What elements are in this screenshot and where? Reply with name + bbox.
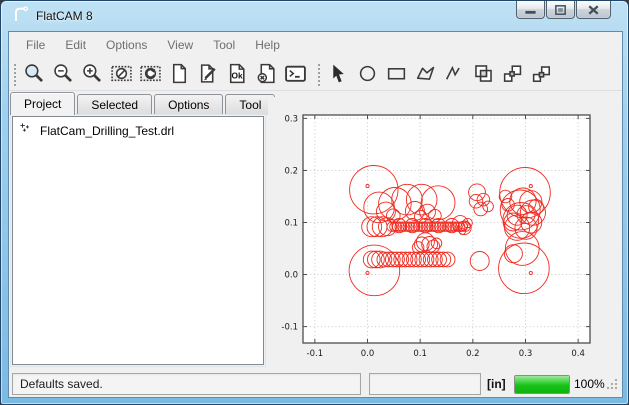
- new-project-icon: [168, 62, 191, 85]
- progress-fill: [515, 376, 569, 393]
- editor-ok-button[interactable]: Ok: [223, 60, 252, 88]
- edit-object-icon: [197, 62, 220, 85]
- y-tick-label: 0.0: [284, 271, 298, 281]
- y-tick-label: 0.2: [284, 166, 298, 176]
- app-content: FileEditOptionsViewToolHelp Ok ProjectSe…: [8, 31, 623, 398]
- zoom-out-icon: [52, 62, 75, 85]
- zoom-out-button[interactable]: [49, 60, 78, 88]
- statusbar: Defaults saved. [in] 100%: [9, 370, 622, 398]
- plot-canvas[interactable]: -0.1 0.0 0.1 0.2 0.3 0.4 -0.1 0.0 0.1 0.2 0.3: [268, 97, 620, 369]
- tab-selected[interactable]: Selected: [77, 94, 152, 115]
- axes-background: [303, 115, 590, 343]
- flatcam-logo-icon: [11, 4, 30, 28]
- flatcam-window: FlatCAM 8 FileEditOptionsViewToolHelp Ok…: [0, 0, 629, 405]
- select-tool-icon: [327, 62, 350, 85]
- shell-icon: [284, 62, 307, 85]
- zoom-in-icon: [81, 62, 104, 85]
- status-message: Defaults saved.: [20, 377, 103, 391]
- menu-item-help[interactable]: Help: [245, 34, 290, 56]
- close-button[interactable]: [576, 1, 611, 19]
- x-tick-label: -0.1: [307, 349, 324, 359]
- clear-plot-icon: [110, 62, 133, 85]
- menu-item-options[interactable]: Options: [96, 34, 157, 56]
- plot-area: -0.1 0.0 0.1 0.2 0.3 0.4 -0.1 0.0 0.1 0.2 0.3: [268, 97, 620, 369]
- duplicate-objects-tool-icon: [530, 62, 553, 85]
- toolbar-right-group: [324, 60, 556, 88]
- editor-cancel-icon: [255, 62, 278, 85]
- zoom-fit-icon: [23, 62, 46, 85]
- menu-item-tool[interactable]: Tool: [203, 34, 245, 56]
- minimize-button[interactable]: [516, 1, 545, 19]
- x-tick-label: 0.1: [413, 349, 427, 359]
- y-tick-label: 0.1: [284, 218, 298, 228]
- tabbar: ProjectSelectedOptionsTool: [10, 92, 277, 115]
- menu-item-file[interactable]: File: [16, 34, 55, 56]
- editor-ok-icon: Ok: [226, 62, 249, 85]
- window-controls: [515, 1, 611, 19]
- duplicate-objects-tool-button[interactable]: [527, 60, 556, 88]
- new-project-button[interactable]: [165, 60, 194, 88]
- progress-bar: [514, 375, 570, 394]
- replot-icon: [139, 62, 162, 85]
- resize-grip-icon[interactable]: [606, 377, 618, 395]
- tree-item-label: FlatCam_Drilling_Test.drl: [40, 124, 174, 138]
- x-tick-label: 0.3: [519, 349, 533, 359]
- move-objects-tool-icon: [501, 62, 524, 85]
- draw-polygon-tool-button[interactable]: [411, 60, 440, 88]
- move-objects-tool-button[interactable]: [498, 60, 527, 88]
- x-tick-label: 0.0: [361, 349, 375, 359]
- replot-button[interactable]: [136, 60, 165, 88]
- menubar: FileEditOptionsViewToolHelp: [9, 32, 622, 57]
- draw-path-tool-button[interactable]: [440, 60, 469, 88]
- tree-item[interactable]: FlatCam_Drilling_Test.drl: [13, 117, 263, 142]
- project-tree[interactable]: FlatCam_Drilling_Test.drl: [12, 116, 264, 365]
- zoom-in-button[interactable]: [78, 60, 107, 88]
- toolbar-grip[interactable]: [316, 62, 320, 86]
- menu-item-edit[interactable]: Edit: [55, 34, 96, 56]
- clear-plot-button[interactable]: [107, 60, 136, 88]
- status-secondary-box: [369, 373, 481, 395]
- maximize-button[interactable]: [546, 1, 575, 19]
- draw-circle-tool-button[interactable]: [353, 60, 382, 88]
- progress-percent-label: 100%: [574, 377, 605, 391]
- project-tree-panel: FlatCam_Drilling_Test.drl: [10, 114, 266, 367]
- toolbar: Ok: [9, 57, 622, 91]
- draw-path-tool-icon: [443, 62, 466, 85]
- edit-object-button[interactable]: [194, 60, 223, 88]
- select-tool-button[interactable]: [324, 60, 353, 88]
- toolbar-grip[interactable]: [12, 62, 16, 86]
- copy-objects-tool-button[interactable]: [469, 60, 498, 88]
- tab-options[interactable]: Options: [154, 94, 223, 115]
- editor-cancel-button[interactable]: [252, 60, 281, 88]
- copy-objects-tool-icon: [472, 62, 495, 85]
- x-tick-label: 0.4: [571, 349, 585, 359]
- x-tick-label: 0.2: [466, 349, 480, 359]
- y-tick-label: -0.1: [281, 323, 298, 333]
- status-message-box: Defaults saved.: [12, 373, 361, 395]
- zoom-fit-button[interactable]: [20, 60, 49, 88]
- draw-circle-tool-icon: [356, 62, 379, 85]
- menu-item-view[interactable]: View: [157, 34, 203, 56]
- y-tick-label: 0.3: [284, 114, 298, 124]
- tab-project[interactable]: Project: [10, 92, 75, 115]
- units-label: [in]: [487, 377, 506, 391]
- draw-polygon-tool-icon: [414, 62, 437, 85]
- svg-text:Ok: Ok: [232, 70, 244, 80]
- draw-rectangle-tool-button[interactable]: [382, 60, 411, 88]
- shell-button[interactable]: [281, 60, 310, 88]
- draw-rectangle-tool-icon: [385, 62, 408, 85]
- toolbar-left-group: Ok: [20, 60, 310, 88]
- window-title: FlatCAM 8: [36, 9, 93, 23]
- drill-file-icon-icon: [19, 122, 34, 137]
